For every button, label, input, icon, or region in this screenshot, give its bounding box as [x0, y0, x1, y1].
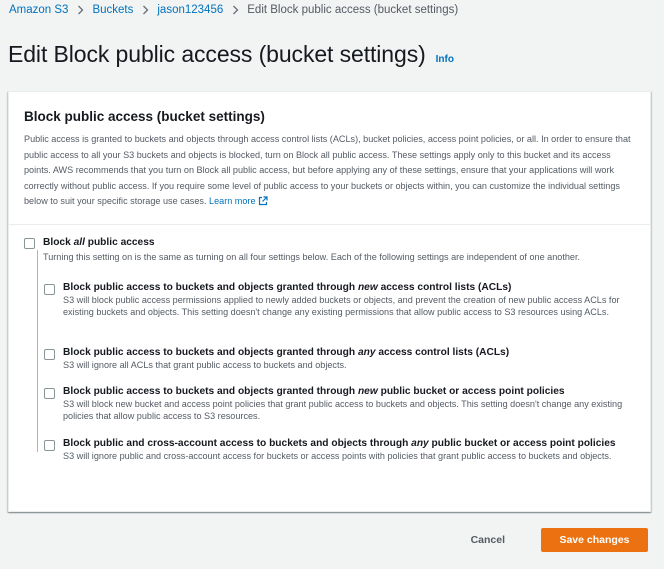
option-description: S3 will ignore all ACLs that grant publi… [63, 360, 347, 370]
block-all-option: Block all public access Turning this set… [24, 236, 634, 264]
chevron-right-icon [223, 5, 247, 15]
tree-connector [37, 250, 38, 452]
block-all-description: Turning this setting on is the same as t… [43, 252, 581, 262]
panel-heading: Block public access (bucket settings) [24, 109, 265, 124]
option-title: Block public access to buckets and objec… [63, 385, 639, 399]
block-public-access-panel: Block public access (bucket settings) Pu… [8, 91, 651, 512]
block-all-title: Block all public access [43, 236, 580, 250]
chevron-right-icon [133, 5, 157, 15]
info-link[interactable]: Info [436, 54, 454, 65]
learn-more-label: Learn more [209, 196, 256, 207]
option-title-post: public bucket or access point policies [377, 386, 565, 397]
block-all-title-em: all [73, 237, 85, 248]
option-any-acls: Block public access to buckets and objec… [44, 346, 639, 372]
option-new-acls-checkbox[interactable] [44, 284, 55, 295]
option-title-post: access control lists (ACLs) [377, 282, 512, 293]
option-title: Block public access to buckets and objec… [63, 346, 509, 360]
option-description: S3 will block public access permissions … [63, 295, 620, 317]
breadcrumb-buckets[interactable]: Buckets [92, 4, 133, 16]
form-actions: Cancel Save changes [461, 528, 648, 552]
option-any-acls-checkbox[interactable] [44, 349, 55, 360]
option-title-em: new [357, 282, 378, 293]
option-new-acls: Block public access to buckets and objec… [44, 281, 639, 318]
learn-more-link[interactable]: Learn more [209, 196, 268, 206]
option-title-em: new [357, 386, 378, 397]
option-new-policies: Block public access to buckets and objec… [44, 385, 639, 422]
option-description: S3 will ignore public and cross-account … [63, 451, 612, 461]
breadcrumb-current: Edit Block public access (bucket setting… [247, 4, 459, 16]
external-link-icon [258, 196, 268, 212]
option-new-policies-checkbox[interactable] [44, 388, 55, 399]
chevron-right-icon [68, 5, 92, 15]
panel-description-text: Public access is granted to buckets and … [24, 134, 631, 207]
block-all-title-post: public access [84, 237, 155, 248]
option-title-post: access control lists (ACLs) [375, 347, 510, 358]
breadcrumb-bucket-name[interactable]: jason123456 [157, 4, 223, 16]
option-title-pre: Block public access to buckets and objec… [63, 386, 358, 397]
panel-header: Block public access (bucket settings) Pu… [9, 92, 650, 225]
block-all-checkbox[interactable] [24, 238, 35, 249]
block-all-title-pre: Block [43, 237, 74, 248]
option-any-policies: Block public and cross-account access to… [44, 437, 639, 463]
option-title-em: any [411, 438, 429, 449]
page-header: Edit Block public access (bucket setting… [8, 41, 454, 68]
option-title-pre: Block public access to buckets and objec… [63, 347, 358, 358]
breadcrumb-amazon-s3[interactable]: Amazon S3 [9, 4, 68, 16]
option-title-pre: Block public access to buckets and objec… [63, 282, 358, 293]
save-changes-button[interactable]: Save changes [541, 528, 648, 552]
option-description: S3 will block new bucket and access poin… [63, 399, 623, 421]
option-title: Block public and cross-account access to… [63, 437, 616, 451]
page-title: Edit Block public access (bucket setting… [8, 41, 426, 67]
option-any-policies-checkbox[interactable] [44, 440, 55, 451]
breadcrumb: Amazon S3 Buckets jason123456 Edit Block… [9, 4, 458, 16]
option-title: Block public access to buckets and objec… [63, 281, 639, 295]
option-title-pre: Block public and cross-account access to… [63, 438, 412, 449]
option-title-em: any [357, 347, 376, 358]
option-title-post: public bucket or access point policies [428, 438, 616, 449]
panel-description: Public access is granted to buckets and … [24, 132, 635, 212]
cancel-button[interactable]: Cancel [461, 528, 515, 552]
